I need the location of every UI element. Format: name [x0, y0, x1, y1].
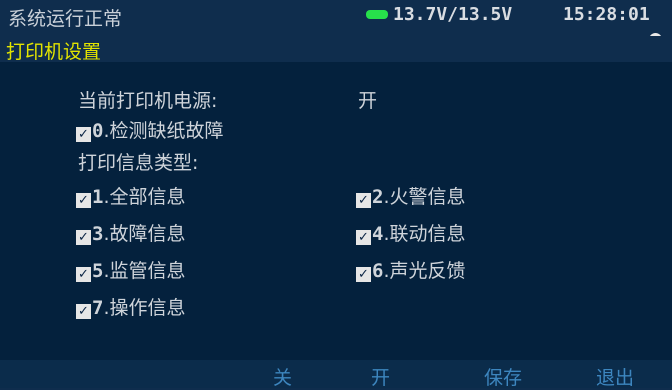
checkbox-checked-icon[interactable]: ✓ [76, 127, 91, 142]
battery-icon [366, 10, 388, 19]
page-title: 打印机设置 [6, 41, 102, 63]
printer-power-label: 当前打印机电源: [78, 90, 218, 112]
option-fire-alarm-info[interactable]: ✓ 2.火警信息 [356, 182, 466, 209]
option-sound-light-feedback[interactable]: ✓ 6.声光反馈 [356, 256, 466, 283]
printer-power-value[interactable]: 开 [358, 86, 377, 113]
checkbox-checked-icon[interactable]: ✓ [76, 267, 91, 282]
settings-panel: 当前打印机电源: 开 ✓ 0.检测缺纸故障 打印信息类型: ✓ 1.全部信息 ✓ 2.… [0, 62, 672, 360]
softkey-off-button[interactable]: 关 [273, 363, 292, 390]
checkbox-checked-icon[interactable]: ✓ [76, 304, 91, 319]
softkey-exit-button[interactable]: 退出 [596, 363, 634, 390]
checkbox-checked-icon[interactable]: ✓ [356, 267, 371, 282]
checkbox-checked-icon[interactable]: ✓ [356, 193, 371, 208]
checkbox-checked-icon[interactable]: ✓ [76, 230, 91, 245]
voltage-readout: 13.7V/13.5V [393, 4, 513, 25]
option-check-paper-out[interactable]: ✓ 0.检测缺纸故障 [76, 116, 224, 143]
checkbox-checked-icon[interactable]: ✓ [356, 230, 371, 245]
option-supervision-info[interactable]: ✓ 5.监管信息 [76, 256, 186, 283]
softkey-bar: 关 开 保存 退出 [0, 360, 672, 390]
option-operation-info[interactable]: ✓ 7.操作信息 [76, 293, 186, 320]
clock-time: 15:28:01 [563, 4, 650, 25]
option-fault-info[interactable]: ✓ 3.故障信息 [76, 219, 186, 246]
system-status-text: 系统运行正常 [8, 8, 123, 30]
checkbox-checked-icon[interactable]: ✓ [76, 193, 91, 208]
option-all-info[interactable]: ✓ 1.全部信息 [76, 182, 186, 209]
title-bar: 打印机设置 [0, 36, 672, 63]
status-bar: 系统运行正常 13.7V/13.5V 15:28:01 [0, 0, 672, 32]
option-linkage-info[interactable]: ✓ 4.联动信息 [356, 219, 466, 246]
softkey-save-button[interactable]: 保存 [484, 363, 522, 390]
softkey-on-button[interactable]: 开 [371, 363, 390, 390]
info-type-label: 打印信息类型: [78, 152, 199, 174]
